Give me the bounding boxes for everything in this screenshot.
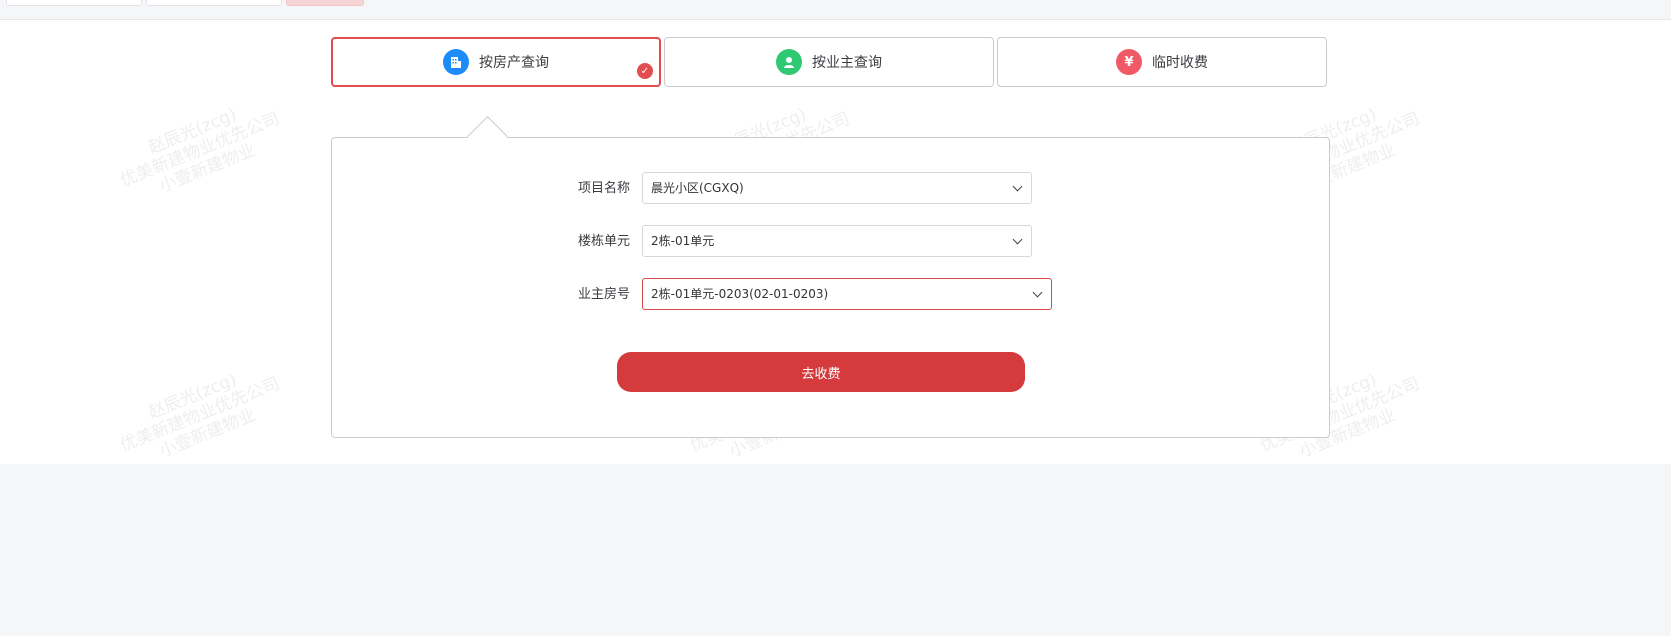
- mode-tab-label: 临时收费: [1152, 55, 1208, 71]
- top-tab[interactable]: [6, 0, 142, 6]
- project-select[interactable]: 晨光小区(CGXQ): [642, 172, 1032, 204]
- form-row-project: 项目名称 晨光小区(CGXQ): [332, 172, 1331, 206]
- user-icon: [776, 49, 802, 75]
- project-label: 项目名称: [577, 181, 630, 196]
- check-icon: ✓: [637, 63, 653, 79]
- panel-pointer-arrow: [467, 116, 509, 138]
- watermark: 赵辰光(zcg)优美新建物业优先公司小壹新建物业: [117, 104, 283, 197]
- main-content: 赵辰光(zcg)优美新建物业优先公司小壹新建物业 赵辰光(zcg)优美新建物业优…: [0, 20, 1671, 464]
- room-label: 业主房号: [577, 287, 630, 302]
- top-tab-active[interactable]: [286, 0, 364, 6]
- yen-icon: ¥: [1116, 49, 1142, 75]
- form-row-building: 楼栋单元 2栋-01单元: [332, 225, 1331, 259]
- query-form-panel: 项目名称 晨光小区(CGXQ) 楼栋单元 2栋-01单元 业主房号 2栋-01单…: [331, 137, 1330, 438]
- room-select-value: 2栋-01单元-0203(02-01-0203): [651, 287, 829, 301]
- go-charge-button[interactable]: 去收费: [617, 352, 1025, 392]
- watermark: 赵辰光(zcg)优美新建物业优先公司小壹新建物业: [117, 369, 283, 462]
- building-select[interactable]: 2栋-01单元: [642, 225, 1032, 257]
- project-select-value: 晨光小区(CGXQ): [651, 181, 744, 195]
- mode-tab-temp-charge[interactable]: ¥ 临时收费: [997, 37, 1327, 87]
- top-tab-strip: [0, 0, 1671, 20]
- mode-tab-label: 按房产查询: [479, 55, 549, 71]
- mode-tab-label: 按业主查询: [812, 55, 882, 71]
- chevron-down-icon: [1012, 234, 1023, 245]
- mode-tab-by-owner[interactable]: 按业主查询: [664, 37, 994, 87]
- building-select-value: 2栋-01单元: [651, 234, 715, 248]
- room-select[interactable]: 2栋-01单元-0203(02-01-0203): [642, 278, 1052, 310]
- building-label: 楼栋单元: [577, 234, 630, 249]
- building-icon: [443, 49, 469, 75]
- chevron-down-icon: [1032, 287, 1043, 298]
- top-tab[interactable]: [146, 0, 282, 6]
- form-row-room: 业主房号 2栋-01单元-0203(02-01-0203): [332, 278, 1331, 312]
- chevron-down-icon: [1012, 181, 1023, 192]
- mode-tab-by-property[interactable]: 按房产查询 ✓: [331, 37, 661, 87]
